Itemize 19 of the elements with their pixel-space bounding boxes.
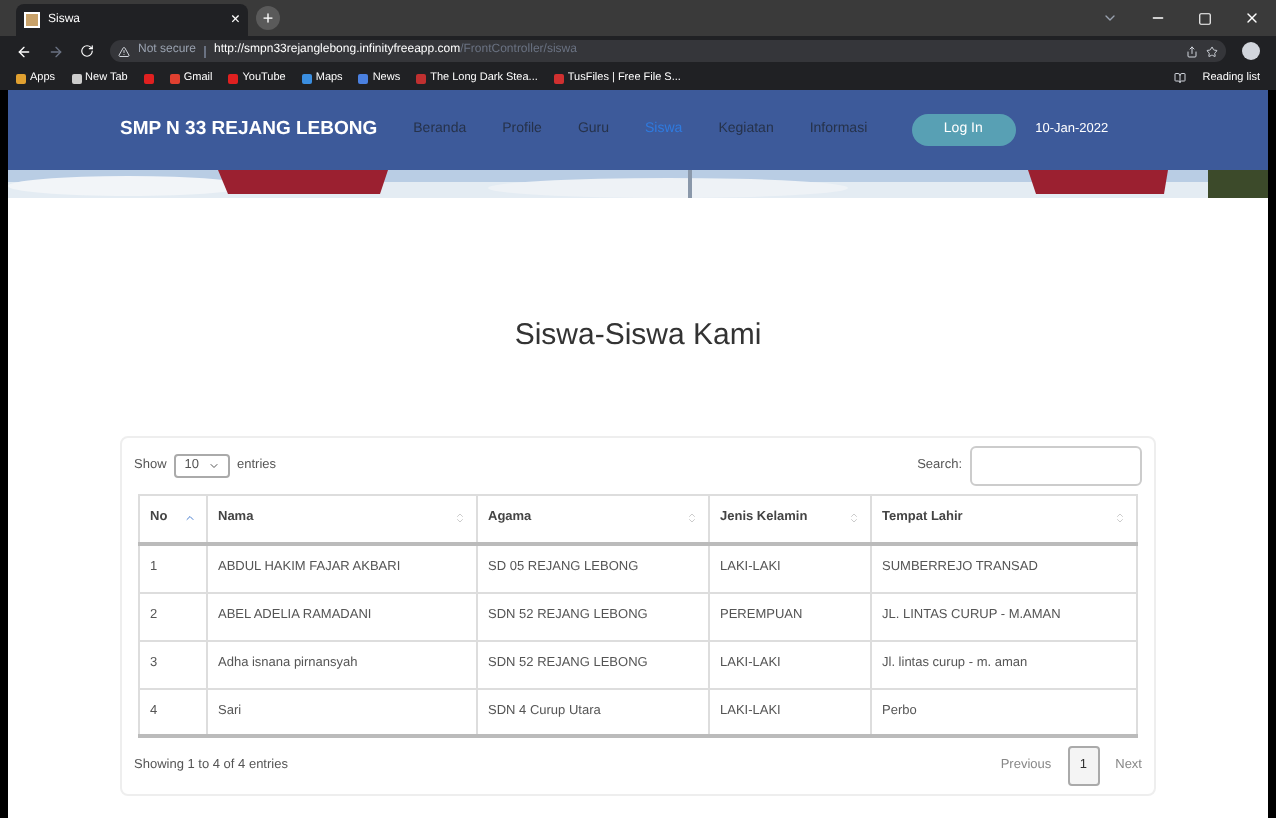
warning-icon [118, 45, 130, 57]
reload-icon[interactable] [80, 44, 94, 58]
sort-ascending-icon [184, 512, 196, 525]
site-brand[interactable]: SMP N 33 REJANG LEBONG [120, 115, 378, 145]
page-title: Siswa-Siswa Kami [514, 316, 762, 356]
close-tab-button[interactable]: × [230, 8, 240, 32]
forward-icon[interactable] [48, 43, 64, 59]
restore-icon[interactable] [1198, 11, 1212, 25]
close-icon[interactable] [1244, 10, 1260, 26]
share-icon[interactable] [1186, 45, 1198, 57]
chevron-down-icon[interactable] [1102, 10, 1118, 26]
profile-avatar[interactable] [1242, 42, 1260, 60]
new-tab-button[interactable]: + [256, 6, 280, 30]
chevron-down-icon [207, 459, 219, 471]
star-icon[interactable] [1206, 45, 1218, 57]
reading-list-icon [1174, 72, 1187, 84]
search-field[interactable] [970, 445, 1142, 485]
favicon-icon [24, 12, 40, 28]
back-icon[interactable] [16, 43, 32, 59]
